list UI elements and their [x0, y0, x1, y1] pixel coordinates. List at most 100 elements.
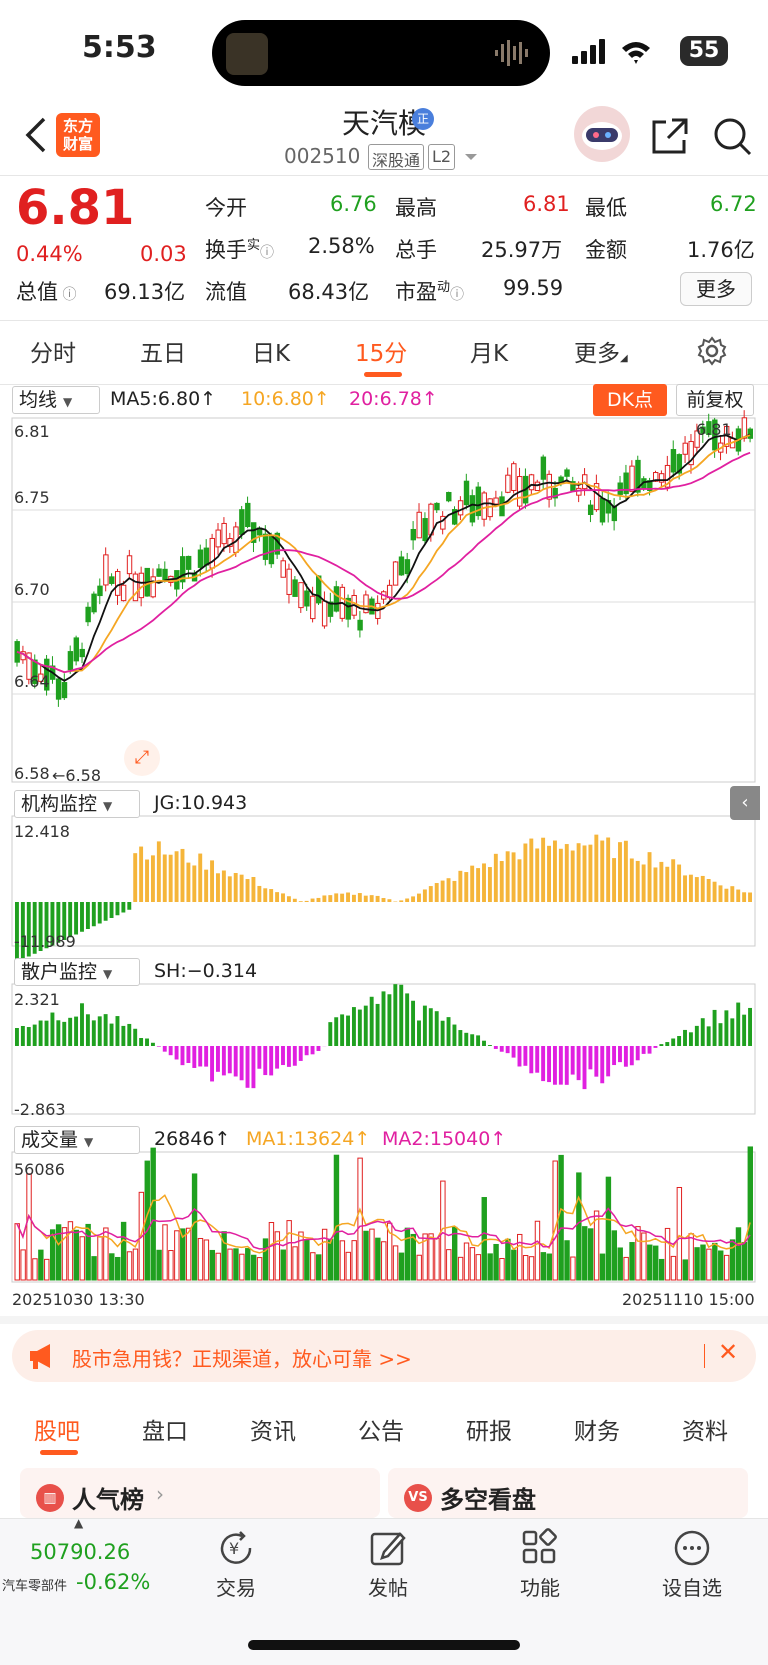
jg-bar [452, 880, 457, 902]
sh-bar [623, 1046, 628, 1067]
sh-bar [186, 1046, 191, 1064]
volume-bar [73, 1229, 80, 1281]
tab-research[interactable]: 研报 [466, 1412, 512, 1446]
tab-finance[interactable]: 财务 [574, 1412, 620, 1446]
jg-bar [281, 893, 285, 902]
candle-body [741, 417, 748, 439]
volume-bar [647, 1244, 653, 1281]
y-label-2: 6.75 [14, 488, 50, 507]
jg-bar [292, 898, 297, 902]
sh-bar [629, 1046, 634, 1066]
volume-bar [197, 1237, 204, 1281]
volume-bar [623, 1256, 629, 1281]
sh-bar [476, 1035, 481, 1046]
volume-bar [700, 1244, 706, 1281]
tab-announcements[interactable]: 公告 [358, 1412, 404, 1446]
sh-bar [145, 1038, 149, 1046]
close-icon[interactable]: ✕ [718, 1338, 738, 1366]
tab-news[interactable]: 资讯 [250, 1412, 296, 1446]
volume-bar [599, 1253, 606, 1281]
volume-bar [38, 1249, 44, 1281]
candle-body [457, 500, 464, 516]
sh-bar [310, 1046, 315, 1055]
sh-bar [393, 984, 398, 1046]
volume-bar [682, 1259, 688, 1281]
sector-index-value[interactable]: 50790.26 [30, 1540, 130, 1564]
tab-pankou[interactable]: 盘口 [142, 1412, 188, 1446]
volume-bar [522, 1255, 529, 1281]
candle-body [150, 576, 156, 598]
jg-bar [375, 895, 380, 902]
candle-body [392, 561, 399, 586]
ranking-icon: ▥ [36, 1484, 64, 1512]
jg-bar [606, 837, 611, 902]
sh-bar [221, 1046, 226, 1076]
sh-min: -2.863 [14, 1100, 66, 1119]
side-panel-handle[interactable]: ‹ [730, 786, 760, 820]
sh-indicator-select[interactable]: 散户监控 ▼ [14, 958, 140, 986]
jg-bar [210, 860, 215, 902]
volume-bar [511, 1249, 517, 1281]
sh-bar [523, 1046, 528, 1066]
post-edit-icon[interactable] [368, 1528, 408, 1568]
jg-bar [694, 877, 699, 902]
sh-bar [482, 1040, 486, 1046]
jg-bar [162, 854, 167, 902]
candle-body [262, 533, 269, 560]
sh-bar [85, 1014, 90, 1046]
candle-body [321, 600, 328, 627]
sh-bar [470, 1034, 475, 1046]
stock-charts[interactable] [0, 0, 768, 1310]
volume-bar [694, 1247, 700, 1281]
jg-bar [304, 900, 309, 902]
trade-label[interactable]: 交易 [191, 1572, 281, 1601]
sh-bar [97, 1016, 102, 1046]
volume-bar [115, 1256, 121, 1281]
volume-indicator-select[interactable]: 成交量 ▼ [14, 1126, 140, 1154]
volume-bar [517, 1233, 523, 1281]
volume-bar [451, 1226, 458, 1281]
sh-bar [712, 1009, 717, 1046]
volume-bar [268, 1222, 275, 1281]
candle-body [221, 522, 227, 545]
jg-bar [198, 853, 203, 902]
volume-bar [416, 1254, 422, 1281]
sh-bar [487, 1045, 492, 1046]
sh-bar [641, 1046, 646, 1054]
jg-bar [310, 898, 315, 902]
sh-bar [115, 1016, 120, 1046]
expand-icon[interactable]: ⤢ [124, 740, 160, 776]
jg-indicator-select[interactable]: 机构监控 ▼ [14, 790, 140, 818]
functions-grid-icon[interactable] [520, 1528, 560, 1568]
sh-bar [440, 1020, 445, 1046]
jg-bar [440, 880, 445, 902]
post-label[interactable]: 发帖 [343, 1572, 433, 1601]
sh-bar [245, 1046, 250, 1088]
volume-bar [185, 1227, 192, 1281]
volume-bar [91, 1256, 97, 1281]
functions-label[interactable]: 功能 [495, 1572, 585, 1601]
sh-bar [700, 1018, 705, 1046]
jg-bar [328, 895, 333, 902]
jg-bar [665, 866, 670, 902]
volume-bar [310, 1252, 316, 1281]
jg-min: -11.989 [14, 932, 76, 951]
jg-bar [582, 845, 587, 902]
tab-profile[interactable]: 资料 [682, 1412, 728, 1446]
add-watchlist-icon[interactable] [672, 1528, 712, 1568]
volume-bar [428, 1233, 434, 1281]
watchlist-label[interactable]: 设自选 [647, 1572, 737, 1601]
tab-guba[interactable]: 股吧 [34, 1412, 80, 1446]
sh-bar [109, 1023, 114, 1046]
trade-icon[interactable]: ¥ [216, 1528, 256, 1568]
candle-body [239, 509, 245, 535]
popularity-title: 人气榜 [72, 1486, 144, 1514]
jg-bar [257, 885, 262, 902]
jg-bar [357, 893, 362, 902]
candle-body [528, 474, 535, 491]
sh-bar [535, 1046, 540, 1073]
sh-bar [298, 1046, 303, 1061]
jg-bar [547, 845, 551, 902]
sh-bar [32, 1024, 37, 1046]
banner-text[interactable]: 股市急用钱？正规渠道，放心可靠 >> [72, 1343, 412, 1372]
